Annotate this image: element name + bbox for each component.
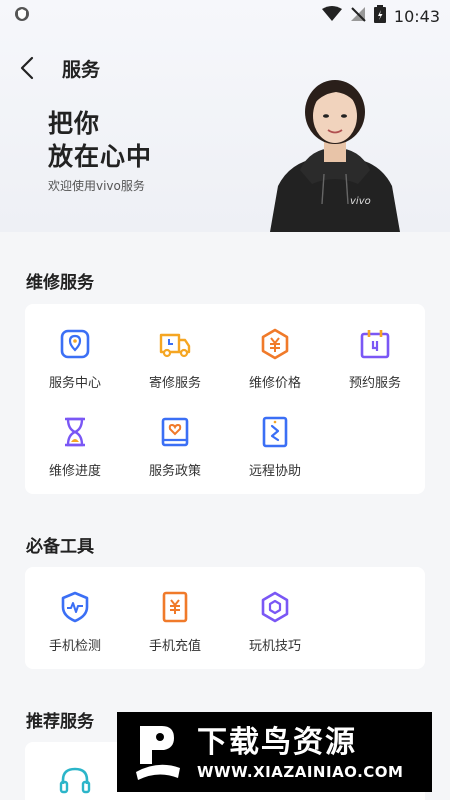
bird-logo-icon: [123, 717, 193, 787]
shield-pulse-icon: [57, 589, 93, 625]
page-title: 服务: [62, 58, 101, 81]
tools-card: 手机检测 手机充值 玩机技巧: [25, 567, 425, 669]
item-label: 预约服务: [348, 376, 401, 391]
section-title-repair: 维修服务: [26, 273, 94, 293]
item-label: 玩机技巧: [248, 639, 301, 654]
service-center-icon: [57, 326, 93, 362]
item-label: 维修进度: [48, 464, 101, 479]
hero-line-2: 放在心中: [48, 142, 153, 171]
app-shield-icon: [14, 6, 30, 26]
calendar-icon: [357, 326, 393, 362]
item-label: 服务中心: [48, 376, 101, 391]
watermark-url: WWW.XIAZAINIAO.COM: [197, 763, 404, 781]
item-label: 手机检测: [48, 639, 101, 654]
phone-recharge-item[interactable]: 手机充值: [125, 589, 225, 669]
item-label: 寄修服务: [148, 376, 201, 391]
policy-book-icon: [157, 414, 193, 450]
service-policy-item[interactable]: 服务政策: [125, 414, 225, 494]
chevron-left-icon: [20, 56, 34, 80]
mail-repair-item[interactable]: 寄修服务: [125, 326, 225, 406]
phone-tips-item[interactable]: 玩机技巧: [225, 589, 325, 669]
recharge-icon: [157, 589, 193, 625]
no-signal-icon: [350, 6, 366, 26]
remote-assist-item[interactable]: 远程协助: [225, 414, 325, 494]
status-bar: 10:43: [0, 0, 450, 32]
back-button[interactable]: [0, 46, 56, 90]
wifi-icon: [321, 6, 342, 26]
item-label: 远程协助: [248, 464, 301, 479]
appointment-item[interactable]: 预约服务: [325, 326, 425, 406]
repair-services-card: 服务中心 寄修服务 维修价格 预约服务 维修进度 服务政策 远程协助: [25, 304, 425, 494]
item-label: 维修价格: [248, 376, 301, 391]
item-label: 服务政策: [148, 464, 201, 479]
hero-line-1: 把你: [48, 109, 101, 138]
hero-subtitle: 欢迎使用vivo服务: [48, 179, 145, 193]
site-watermark: 下载鸟资源 WWW.XIAZAINIAO.COM: [117, 712, 432, 792]
section-title-recommend: 推荐服务: [26, 712, 94, 732]
watermark-title: 下载鸟资源: [197, 725, 357, 760]
item-label: 手机充值: [148, 639, 201, 654]
truck-icon: [157, 326, 193, 362]
price-hexagon-icon: [257, 326, 293, 362]
battery-icon: [373, 5, 386, 27]
phone-check-item[interactable]: 手机检测: [25, 589, 125, 669]
remote-assist-icon: [257, 414, 293, 450]
status-time: 10:43: [393, 6, 440, 26]
service-center-item[interactable]: 服务中心: [25, 326, 125, 406]
tips-hexagon-icon: [257, 589, 293, 625]
repair-progress-item[interactable]: 维修进度: [25, 414, 125, 494]
spokesperson-image: vivo: [260, 78, 410, 232]
vivo-logo: vivo: [350, 196, 371, 207]
headset-icon[interactable]: [57, 764, 93, 800]
section-title-tools: 必备工具: [26, 537, 94, 557]
repair-price-item[interactable]: 维修价格: [225, 326, 325, 406]
hourglass-icon: [57, 414, 93, 450]
